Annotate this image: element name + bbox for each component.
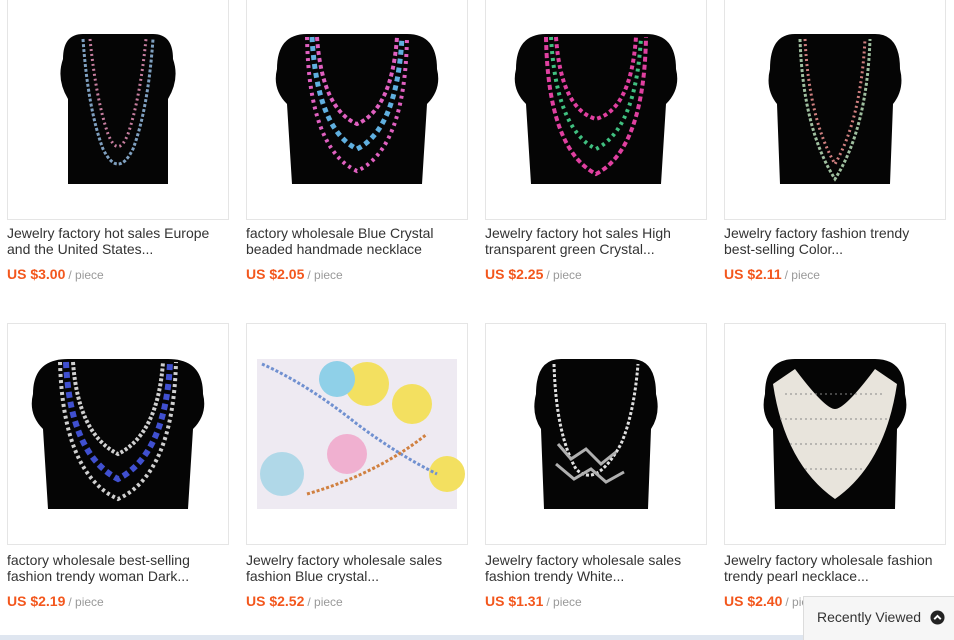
page-bottom-divider — [0, 635, 803, 640]
product-card[interactable]: Jewelry factory wholesale fashion trendy… — [724, 323, 946, 623]
product-price: US $2.52 — [246, 593, 305, 609]
product-image[interactable] — [7, 323, 229, 545]
product-card[interactable]: Jewelry factory fashion trendy best-sell… — [724, 0, 946, 300]
product-image[interactable] — [246, 0, 468, 220]
product-price: US $3.00 — [7, 266, 66, 282]
product-card[interactable]: Jewelry factory hot sales Europe and the… — [7, 0, 229, 300]
necklace-photo — [725, 324, 945, 544]
price-line: US $1.31/ piece — [485, 593, 582, 609]
price-line: US $3.00/ piece — [7, 266, 104, 282]
price-unit: / piece — [68, 268, 104, 282]
price-line: US $2.52/ piece — [246, 593, 343, 609]
product-card[interactable]: Jewelry factory hot sales High transpare… — [485, 0, 707, 300]
price-line: US $2.11/ piece — [724, 266, 820, 282]
product-price: US $1.31 — [485, 593, 544, 609]
necklace-photo — [486, 0, 706, 219]
product-image[interactable] — [7, 0, 229, 220]
product-title[interactable]: Jewelry factory hot sales High transpare… — [485, 225, 707, 257]
price-line: US $2.25/ piece — [485, 266, 582, 282]
product-title[interactable]: Jewelry factory wholesale sales fashion … — [485, 552, 707, 584]
product-image[interactable] — [724, 323, 946, 545]
product-title[interactable]: factory wholesale best-selling fashion t… — [7, 552, 229, 584]
necklace-photo — [247, 0, 467, 219]
fabric-necklace-photo — [257, 359, 465, 509]
product-card[interactable]: factory wholesale best-selling fashion t… — [7, 323, 229, 623]
price-line: US $2.05/ piece — [246, 266, 343, 282]
product-image[interactable] — [724, 0, 946, 220]
product-title[interactable]: Jewelry factory hot sales Europe and the… — [7, 225, 229, 257]
necklace-photo — [725, 0, 945, 219]
necklace-photo — [486, 324, 706, 544]
product-card[interactable]: Jewelry factory wholesale sales fashion … — [485, 323, 707, 623]
necklace-photo — [8, 324, 228, 544]
recently-viewed-label: Recently Viewed — [817, 609, 922, 625]
product-title[interactable]: Jewelry factory wholesale fashion trendy… — [724, 552, 946, 584]
price-unit: / piece — [546, 268, 582, 282]
product-price: US $2.11 — [724, 266, 782, 282]
product-image[interactable] — [246, 323, 468, 545]
product-price: US $2.05 — [246, 266, 305, 282]
price-line: US $2.19/ piece — [7, 593, 104, 609]
product-title[interactable]: factory wholesale Blue Crystal beaded ha… — [246, 225, 468, 257]
product-title[interactable]: Jewelry factory fashion trendy best-sell… — [724, 225, 946, 257]
product-title[interactable]: Jewelry factory wholesale sales fashion … — [246, 552, 468, 584]
price-unit: / piece — [546, 595, 582, 609]
price-unit: / piece — [68, 595, 104, 609]
product-image[interactable] — [485, 0, 707, 220]
necklace-photo — [8, 0, 228, 219]
product-card[interactable]: factory wholesale Blue Crystal beaded ha… — [246, 0, 468, 300]
price-unit: / piece — [307, 595, 343, 609]
product-price: US $2.19 — [7, 593, 66, 609]
product-price: US $2.25 — [485, 266, 544, 282]
product-price: US $2.40 — [724, 593, 783, 609]
product-card[interactable]: Jewelry factory wholesale sales fashion … — [246, 323, 468, 623]
recently-viewed-button[interactable]: Recently Viewed — [803, 596, 954, 640]
product-image[interactable] — [485, 323, 707, 545]
price-unit: / piece — [307, 268, 343, 282]
price-unit: / piece — [784, 268, 820, 282]
chevron-up-circle-icon — [930, 610, 945, 625]
